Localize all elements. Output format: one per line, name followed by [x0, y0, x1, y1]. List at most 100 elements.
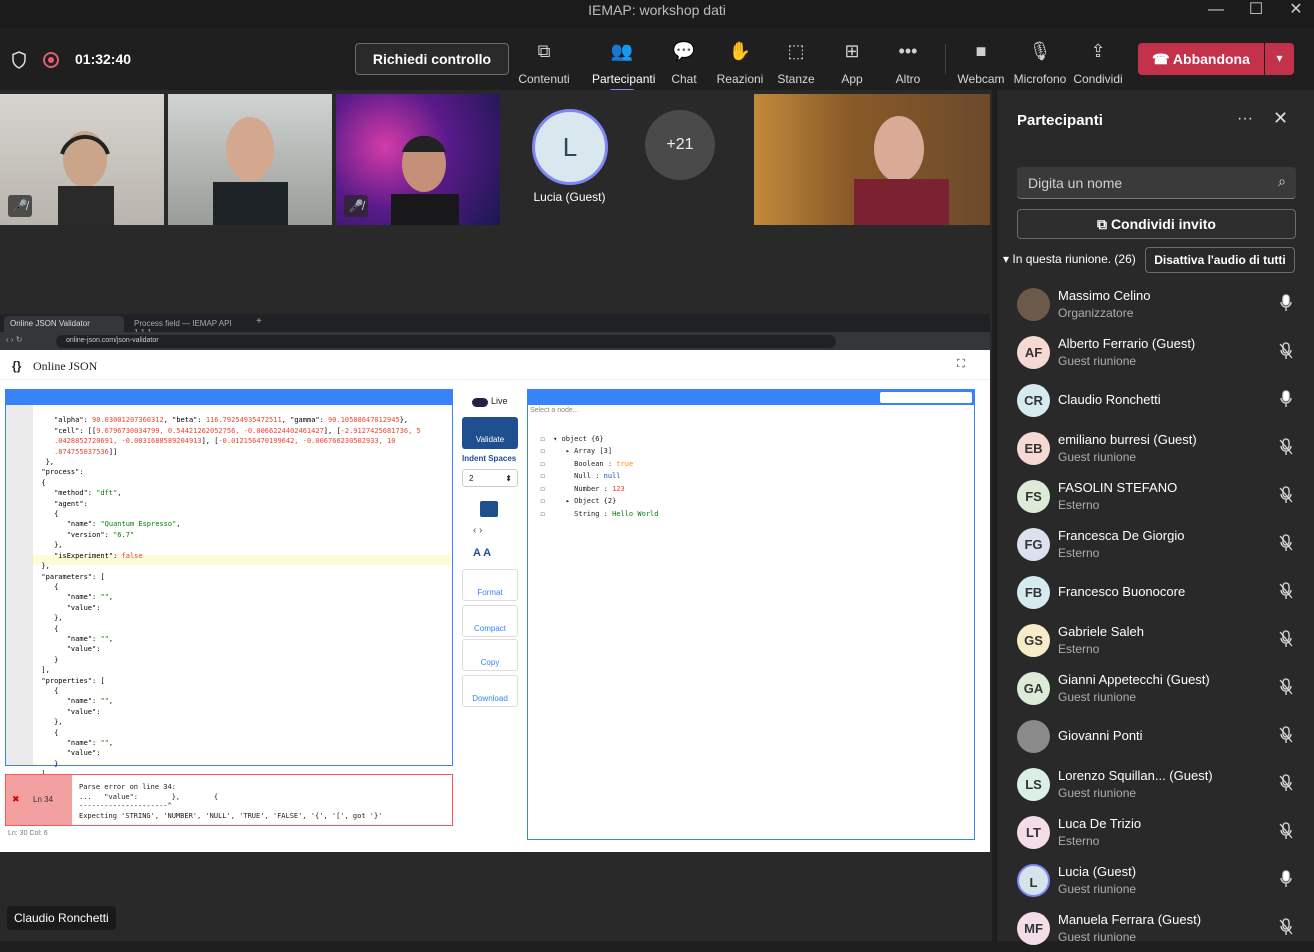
live-toggle[interactable]: [472, 398, 488, 407]
chat-icon: 💬: [672, 41, 696, 61]
nav-arrows-icon[interactable]: ‹ › ↻: [6, 335, 22, 344]
toolbar-contenuti[interactable]: ⧉ Contenuti: [514, 40, 574, 88]
participant-name: Francesca De Giorgio: [1058, 528, 1185, 543]
search-input[interactable]: [1017, 167, 1267, 199]
validator-controls: Live Validate Indent Spaces 2 ⬍ ‹ › A A F…: [460, 389, 520, 719]
mic-off-icon[interactable]: [1278, 342, 1294, 360]
mic-icon[interactable]: [1278, 294, 1294, 312]
video-tile[interactable]: [754, 94, 990, 225]
leave-button[interactable]: ☎ Abbandona: [1138, 43, 1264, 75]
mute-all-button[interactable]: Disattiva l'audio di tutti: [1145, 247, 1295, 273]
toolbar-stanze[interactable]: ⬚ Stanze: [766, 40, 826, 88]
toolbar-altro[interactable]: ••• Altro: [878, 40, 938, 88]
browser-addressbar: ‹ › ↻ online-json.com/json-validator: [0, 332, 990, 350]
browser-tab[interactable]: Process field — IEMAP API 1.1.1: [128, 316, 248, 337]
participant-row[interactable]: GA Gianni Appetecchi (Guest) Guest riunion…: [997, 664, 1314, 712]
expand-icon[interactable]: [480, 501, 498, 517]
editor-code[interactable]: "alpha": 90.03001207360312, "beta": 116.…: [33, 405, 443, 788]
participant-role: Organizzatore: [1058, 306, 1134, 320]
share-invite-button[interactable]: ⧉ Condividi invito: [1017, 209, 1296, 239]
video-tile[interactable]: 🎤̸: [0, 94, 164, 225]
participant-row[interactable]: L Lucia (Guest) Guest riunione: [997, 856, 1314, 904]
more-options-icon[interactable]: ···: [1237, 110, 1253, 128]
validate-button[interactable]: Validate: [462, 417, 518, 449]
participant-row[interactable]: MF Manuela Ferrara (Guest) Guest riunione: [997, 904, 1314, 952]
participant-search[interactable]: ⌕: [1017, 167, 1296, 199]
mic-off-icon[interactable]: [1278, 918, 1294, 936]
participant-row[interactable]: Massimo Celino Organizzatore: [997, 280, 1314, 328]
format-button[interactable]: Format: [462, 569, 518, 601]
mic-icon[interactable]: [1278, 870, 1294, 888]
new-tab-icon[interactable]: +: [256, 316, 262, 327]
people-icon: 👥: [610, 41, 634, 61]
chevron-down-icon: ▾: [1003, 252, 1013, 266]
participant-row[interactable]: LS Lorenzo Squillan... (Guest) Guest riuni…: [997, 760, 1314, 808]
camera-icon: ■: [975, 41, 987, 61]
fullscreen-icon[interactable]: ⛶: [957, 358, 965, 371]
participant-name: emiliano burresi (Guest): [1058, 432, 1197, 447]
mic-off-icon[interactable]: [1278, 774, 1294, 792]
avatar: [1017, 720, 1050, 753]
browser-tabstrip: Online JSON Validator Process field — IE…: [0, 314, 990, 337]
request-control-button[interactable]: Richiedi controllo: [355, 43, 509, 75]
participant-row[interactable]: GS Gabriele Saleh Esterno: [997, 616, 1314, 664]
json-editor[interactable]: "alpha": 90.03001207360312, "beta": 116.…: [5, 389, 453, 789]
toolbar-webcam[interactable]: ■ Webcam: [951, 40, 1011, 88]
participant-row[interactable]: AF Alberto Ferrario (Guest) Guest riunione: [997, 328, 1314, 376]
avatar: LT: [1017, 816, 1050, 849]
mic-off-icon[interactable]: [1278, 582, 1294, 600]
video-tile[interactable]: 🎤̸: [336, 94, 500, 225]
toolbar-microfono[interactable]: 🎙 Microfono: [1010, 40, 1070, 88]
indent-select[interactable]: 2 ⬍: [462, 469, 518, 487]
compact-button[interactable]: Compact: [462, 605, 518, 637]
mic-off-icon[interactable]: [1278, 630, 1294, 648]
viewer-toolbar: [528, 390, 974, 405]
download-button[interactable]: Download: [462, 675, 518, 707]
arrow-buttons-icon[interactable]: ‹ ›: [473, 525, 482, 536]
search-icon: ⌕: [1278, 173, 1286, 189]
toolbar-app[interactable]: ⊞ App: [822, 40, 882, 88]
mic-off-icon[interactable]: [1278, 438, 1294, 456]
participant-row[interactable]: FG Francesca De Giorgio Esterno: [997, 520, 1314, 568]
error-icon: ✖: [12, 794, 20, 804]
mic-off-icon[interactable]: [1278, 534, 1294, 552]
window-title: IEMAP: workshop dati: [588, 2, 726, 18]
tree-nodes[interactable]: ☐ ▾ object {6} ☐ ▸ Array [3] ☐ Boolean :…: [532, 420, 658, 533]
tree-search-input[interactable]: [880, 392, 972, 403]
toolbar-reazioni[interactable]: ✋ Reazioni: [710, 40, 770, 88]
mic-off-icon[interactable]: [1278, 726, 1294, 744]
browser-tab[interactable]: Online JSON Validator: [4, 316, 124, 332]
participant-row[interactable]: LT Luca De Trizio Esterno: [997, 808, 1314, 856]
font-size-icon[interactable]: A A: [473, 547, 491, 559]
leave-dropdown-button[interactable]: ▾: [1265, 43, 1294, 75]
app-name: Online JSON: [33, 359, 98, 373]
minimize-button[interactable]: —: [1196, 0, 1236, 28]
avatar: L: [1017, 864, 1050, 897]
participant-name: Alberto Ferrario (Guest): [1058, 336, 1196, 351]
url-field[interactable]: online-json.com/json-validator: [56, 335, 836, 348]
participant-row[interactable]: Giovanni Ponti: [997, 712, 1314, 760]
mic-off-icon[interactable]: [1278, 678, 1294, 696]
close-icon[interactable]: ✕: [1273, 108, 1288, 129]
toolbar-condividi[interactable]: ⇪ Condividi: [1068, 40, 1128, 88]
copy-button[interactable]: Copy: [462, 639, 518, 671]
mic-off-icon[interactable]: [1278, 486, 1294, 504]
participant-row[interactable]: FS FASOLIN STEFANO Esterno: [997, 472, 1314, 520]
mic-off-icon[interactable]: [1278, 822, 1294, 840]
chevron-down-icon: ⬍: [505, 474, 512, 483]
participants-section-header[interactable]: ▾ In questa riunione. (26): [1003, 252, 1136, 266]
participant-row[interactable]: FB Francesco Buonocore: [997, 568, 1314, 616]
toolbar-chat[interactable]: 💬 Chat: [654, 40, 714, 88]
mic-icon[interactable]: [1278, 390, 1294, 408]
close-window-button[interactable]: ✕: [1276, 0, 1314, 28]
participant-row[interactable]: EB emiliano burresi (Guest) Guest riunione: [997, 424, 1314, 472]
participant-row[interactable]: CR Claudio Ronchetti: [997, 376, 1314, 424]
json-tree-viewer[interactable]: Select a node... ☐ ▾ object {6} ☐ ▸ Arra…: [527, 389, 975, 840]
phone-hangup-icon: ☎: [1152, 51, 1173, 67]
video-tile[interactable]: [168, 94, 332, 225]
toolbar-partecipanti[interactable]: 👥 Partecipanti: [592, 40, 655, 92]
mic-icon: 🎙: [1028, 41, 1052, 61]
avatar: CR: [1017, 384, 1050, 417]
more-participants-button[interactable]: +21: [645, 110, 715, 180]
maximize-button[interactable]: ☐: [1236, 0, 1276, 28]
